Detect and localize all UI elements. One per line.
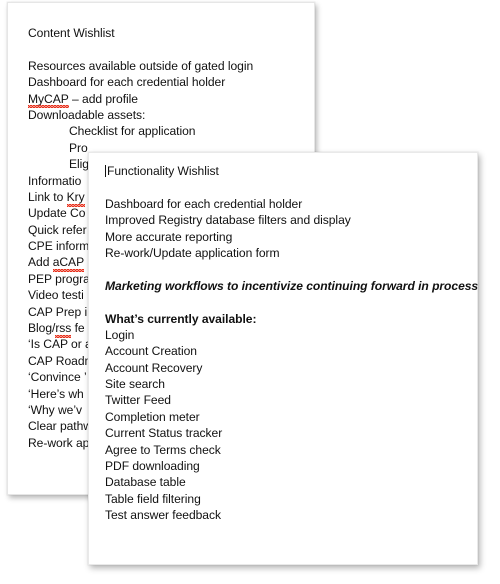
text-line: Downloadable assets: (28, 107, 146, 122)
text-line: Test answer feedback (105, 508, 221, 523)
text-line: Resources available outside of gated log… (28, 58, 254, 73)
text-line: Re-work/Update application form (105, 245, 280, 260)
text-line: Account Recovery (105, 360, 203, 375)
spellcheck-underline: Kry (66, 189, 85, 208)
spellcheck-underline: MyCAP (28, 91, 69, 109)
text-line: Account Creation (105, 344, 197, 359)
text-line: Site search (105, 377, 165, 392)
text-line: Content Wishlist (28, 26, 115, 40)
spellcheck-underline: rss (55, 321, 72, 339)
text-line: Table field filtering (105, 491, 201, 506)
text-cursor-icon (105, 165, 106, 177)
slide-functionality-wishlist[interactable]: Functionality Wishlist Dashboard for each… (88, 152, 478, 565)
text-line: Agree to Terms check (105, 442, 221, 457)
text-line: Functionality Wishlist (105, 164, 219, 178)
text-line: PDF downloading (105, 459, 200, 474)
text-line: Database table (105, 475, 186, 490)
text-line: Completion meter (105, 409, 200, 424)
text-line: Marketing workflows to incentivize conti… (105, 278, 479, 293)
text-line: MyCAP – add profile (28, 91, 138, 109)
text-line: Checklist for application (69, 124, 196, 139)
text-line: Dashboard for each credential holder (105, 196, 303, 211)
text-line: Login (105, 327, 135, 342)
text-line: Dashboard for each credential holder (28, 75, 226, 90)
text-line: Improved Registry database filters and d… (105, 213, 351, 228)
text-line: More accurate reporting (105, 229, 233, 244)
spellcheck-underline: aCAP (52, 255, 85, 273)
functionality-wishlist-text-body[interactable]: Functionality Wishlist Dashboard for each… (89, 153, 493, 524)
text-line: Twitter Feed (105, 393, 171, 408)
text-line: What’s currently available: (105, 311, 257, 326)
text-line: Current Status tracker (105, 426, 223, 441)
